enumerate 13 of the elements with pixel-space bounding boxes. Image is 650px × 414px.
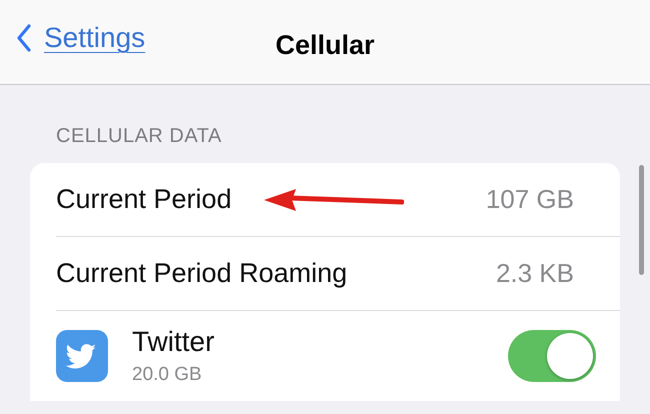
settings-row[interactable]: Current Period 107 GB <box>56 163 620 236</box>
back-chevron-icon <box>16 24 32 52</box>
back-link[interactable]: Settings <box>16 22 146 54</box>
back-label: Settings <box>44 22 146 54</box>
value-text: 2.3 KB <box>496 258 574 289</box>
bird-app-icon <box>56 330 108 382</box>
section-header: CELLULAR DATA <box>56 125 223 149</box>
toggle-switch[interactable] <box>508 330 596 382</box>
usage-text: 20.0 GB <box>132 364 203 386</box>
screen-title: Cellular <box>275 30 375 61</box>
value-text: 107 GB <box>486 184 574 215</box>
settings-row[interactable]: Current Period Roaming 2.3 KB <box>56 236 620 310</box>
app-name: Twitter <box>132 326 216 358</box>
